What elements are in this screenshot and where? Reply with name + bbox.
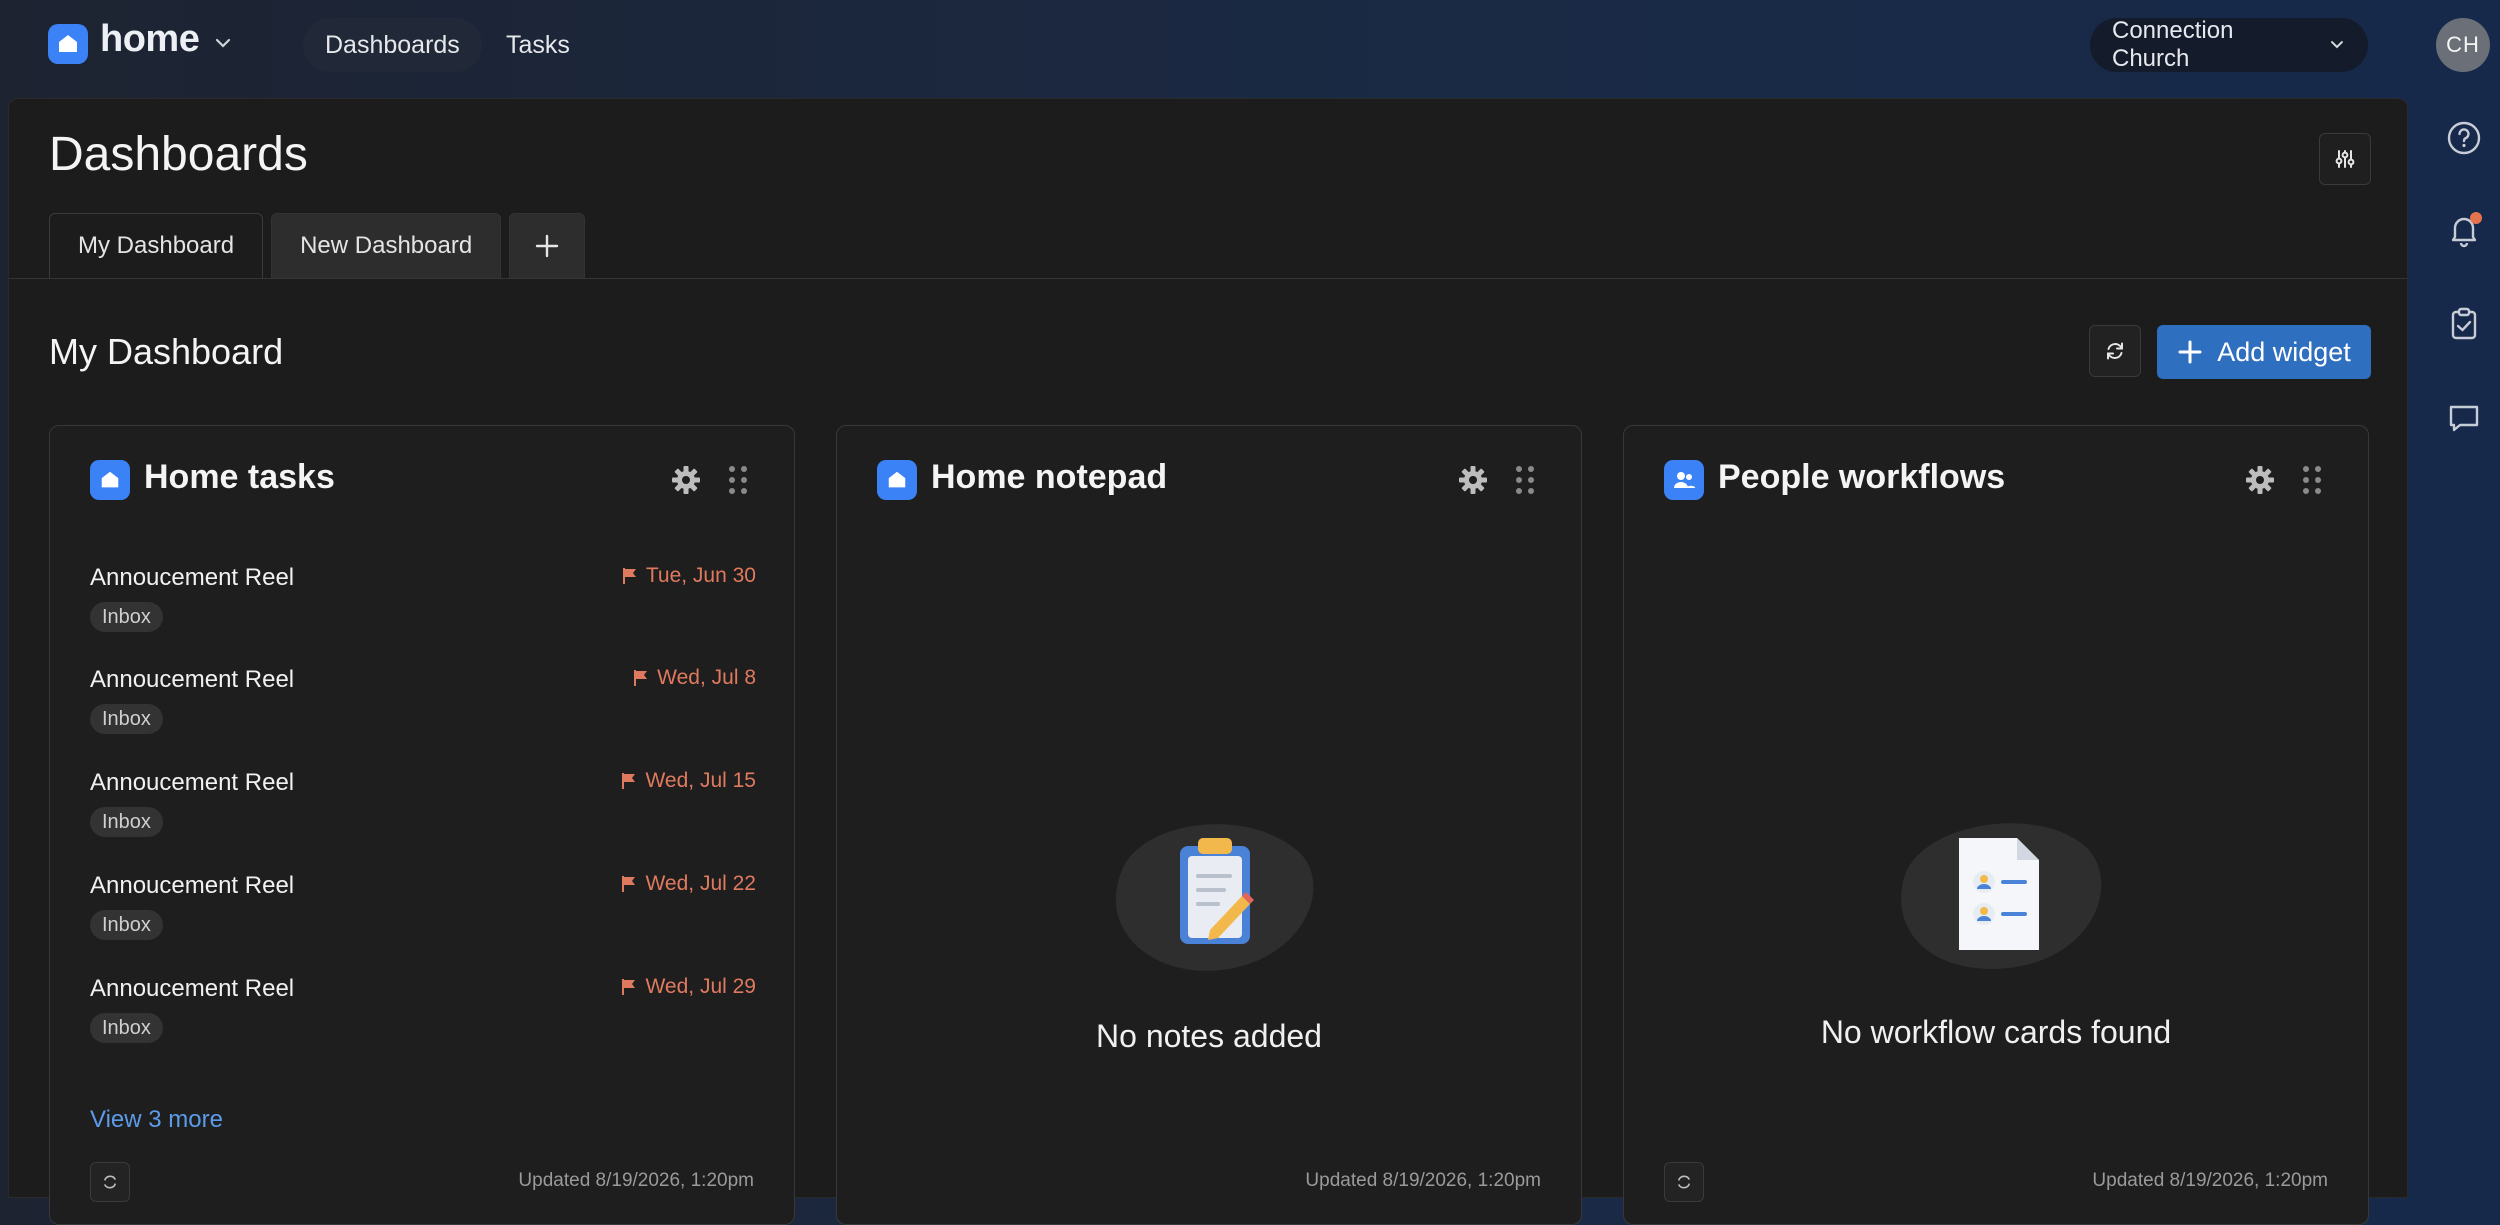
refresh-dashboard-button[interactable] — [2089, 325, 2141, 377]
widget-updated-time: Updated 8/19/2026, 1:20pm — [2092, 1170, 2328, 1191]
empty-state-text: No workflow cards found — [1820, 1014, 2172, 1050]
home-icon — [90, 460, 130, 500]
drag-handle-icon[interactable] — [726, 464, 750, 496]
task-title: Annoucement Reel — [90, 564, 295, 591]
widget-updated-time: Updated 8/19/2026, 1:20pm — [1305, 1170, 1541, 1191]
dashboard-tabs: My Dashboard New Dashboard — [49, 213, 586, 279]
drag-handle-icon[interactable] — [2300, 464, 2324, 496]
task-item[interactable]: Annoucement Reel Inbox Wed, Jul 15 — [90, 769, 756, 859]
tabs-divider — [9, 278, 2407, 279]
task-tag: Inbox — [90, 807, 163, 837]
widget-title: Home tasks — [144, 458, 335, 496]
gear-icon[interactable] — [670, 464, 702, 496]
dashboard-title: My Dashboard — [49, 331, 284, 372]
page-title: Dashboards — [49, 128, 308, 181]
tab-new-dashboard[interactable]: New Dashboard — [271, 213, 502, 279]
task-title: Annoucement Reel — [90, 975, 295, 1002]
gear-icon[interactable] — [1457, 464, 1489, 496]
add-tab-button[interactable] — [509, 213, 586, 279]
task-tag: Inbox — [90, 602, 163, 632]
chevron-down-icon[interactable] — [212, 32, 234, 54]
bell-icon[interactable] — [2444, 210, 2484, 250]
top-bar: home Dashboards Tasks Connection Church … — [0, 0, 2500, 98]
tab-my-dashboard[interactable]: My Dashboard — [49, 213, 264, 279]
task-due-date: Wed, Jul 29 — [621, 975, 756, 999]
task-tag: Inbox — [90, 704, 163, 734]
widget-updated-time: Updated 8/19/2026, 1:20pm — [518, 1170, 754, 1191]
home-notepad-widget: Home notepad No notes added Updated 8/19… — [836, 425, 1582, 1225]
flag-icon — [622, 568, 636, 584]
empty-state-text: No notes added — [1096, 1018, 1322, 1054]
home-logo-icon[interactable] — [48, 24, 88, 64]
flag-icon — [622, 876, 636, 892]
refresh-widget-button[interactable] — [90, 1162, 130, 1202]
organization-select[interactable]: Connection Church — [2090, 17, 2368, 72]
refresh-widget-button[interactable] — [1664, 1162, 1704, 1202]
gear-icon[interactable] — [2244, 464, 2276, 496]
task-tag: Inbox — [90, 1013, 163, 1043]
task-due-date: Wed, Jul 8 — [633, 666, 756, 690]
plus-icon — [535, 234, 559, 258]
flag-icon — [634, 670, 648, 686]
app-name[interactable]: home — [100, 18, 200, 61]
view-more-link[interactable]: View 3 more — [90, 1106, 223, 1134]
plus-icon — [2178, 340, 2202, 364]
people-icon — [1664, 460, 1704, 500]
chat-icon[interactable] — [2444, 398, 2484, 438]
task-item[interactable]: Annoucement Reel Inbox Wed, Jul 22 — [90, 872, 756, 962]
sliders-icon — [2335, 150, 2355, 168]
task-due-date: Tue, Jun 30 — [622, 564, 756, 588]
widget-title: People workflows — [1718, 458, 2006, 496]
user-avatar[interactable]: CH — [2436, 18, 2490, 72]
refresh-icon — [103, 1175, 117, 1189]
task-title: Annoucement Reel — [90, 769, 295, 796]
task-title: Annoucement Reel — [90, 666, 295, 693]
flag-icon — [622, 979, 636, 995]
nav-dashboards[interactable]: Dashboards — [303, 18, 482, 72]
dashboard-settings-button[interactable] — [2319, 133, 2371, 185]
drag-handle-icon[interactable] — [1513, 464, 1537, 496]
home-tasks-widget: Home tasks Annoucement Reel Inbox Tue, J… — [49, 425, 795, 1225]
refresh-icon — [2107, 342, 2123, 360]
task-due-date: Wed, Jul 15 — [621, 769, 756, 793]
flag-icon — [622, 773, 636, 789]
people-workflows-widget: People workflows No workflow cards found… — [1623, 425, 2369, 1225]
organization-name: Connection Church — [2112, 17, 2234, 72]
task-due-date: Wed, Jul 22 — [621, 872, 756, 896]
document-people-illustration-icon — [1901, 823, 2102, 969]
main-panel: Dashboards My Dashboard New Dashboard My… — [8, 98, 2408, 1225]
nav-tasks[interactable]: Tasks — [484, 18, 592, 72]
task-tag: Inbox — [90, 910, 163, 940]
task-item[interactable]: Annoucement Reel Inbox Wed, Jul 29 — [90, 975, 756, 1065]
task-title: Annoucement Reel — [90, 872, 295, 899]
help-icon[interactable] — [2444, 118, 2484, 158]
notification-badge — [2470, 212, 2482, 224]
clipboard-illustration-icon — [1115, 824, 1314, 971]
add-widget-label: Add widget — [2217, 336, 2351, 367]
chevron-down-icon — [2331, 41, 2344, 49]
add-widget-button[interactable]: Add widget — [2157, 325, 2371, 379]
home-icon — [877, 460, 917, 500]
clipboard-check-icon[interactable] — [2444, 304, 2484, 344]
task-item[interactable]: Annoucement Reel Inbox Tue, Jun 30 — [90, 564, 756, 654]
widget-title: Home notepad — [931, 458, 1168, 496]
refresh-icon — [1677, 1175, 1691, 1189]
task-item[interactable]: Annoucement Reel Inbox Wed, Jul 8 — [90, 666, 756, 756]
